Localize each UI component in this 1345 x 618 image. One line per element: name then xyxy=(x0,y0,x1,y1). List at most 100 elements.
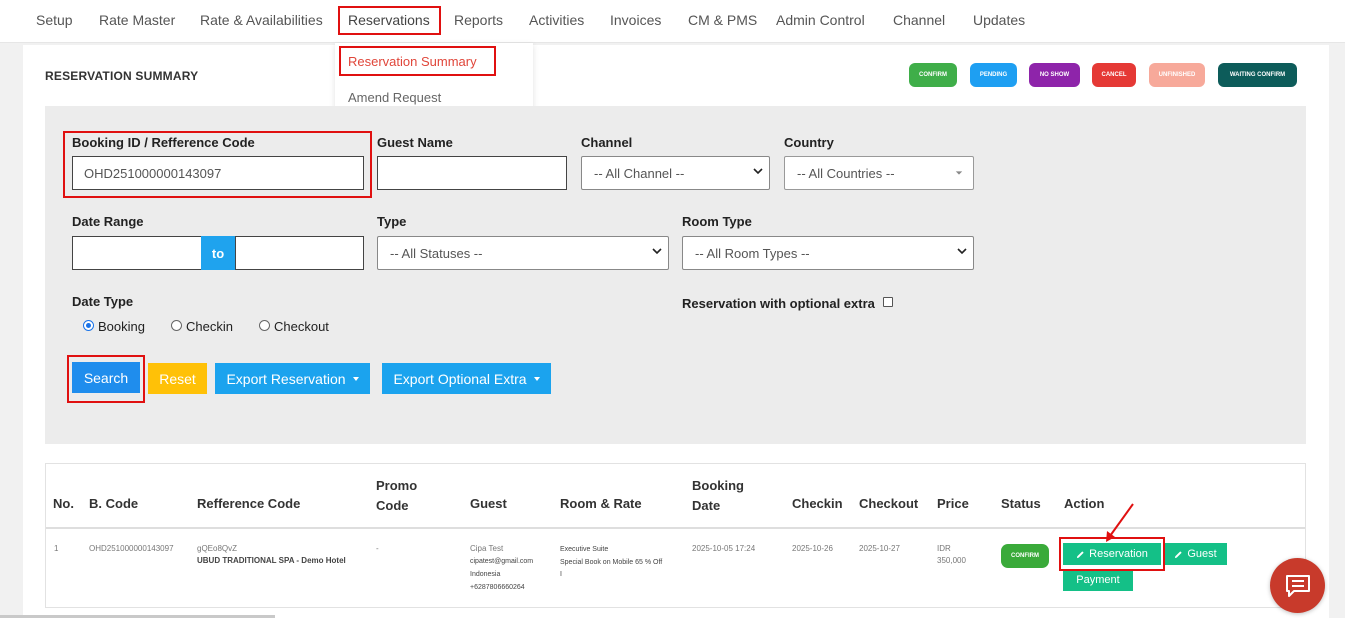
nav-invoices[interactable]: Invoices xyxy=(610,12,661,28)
legend-no-show: NO SHOW xyxy=(1029,63,1080,87)
radio-checkout[interactable] xyxy=(259,320,270,331)
type-select-value: -- All Statuses -- xyxy=(390,245,483,261)
guest-name-label: Guest Name xyxy=(377,135,453,150)
legend-waiting-confirm: WAITING CONFIRM xyxy=(1218,63,1297,87)
date-from-input[interactable] xyxy=(72,236,202,270)
radio-booking[interactable] xyxy=(83,320,94,331)
export-optional-extra-button[interactable]: Export Optional Extra xyxy=(382,363,551,394)
reservation-button[interactable]: Reservation xyxy=(1063,543,1161,565)
legend-pending: PENDING xyxy=(970,63,1017,87)
guest-name-input[interactable] xyxy=(377,156,567,190)
radio-booking-label: Booking xyxy=(98,319,145,334)
optional-extra-checkbox[interactable] xyxy=(883,297,893,307)
nav-admin-control[interactable]: Admin Control xyxy=(776,12,865,28)
type-label: Type xyxy=(377,214,407,229)
cell-no: 1 xyxy=(54,544,59,553)
export-reservation-button[interactable]: Export Reservation xyxy=(215,363,370,394)
cell-rate-suffix: I xyxy=(560,571,562,578)
search-button[interactable]: Search xyxy=(72,362,140,393)
channel-select-value: -- All Channel -- xyxy=(594,165,685,181)
legend-cancel: CANCEL xyxy=(1092,63,1136,87)
pencil-icon xyxy=(1077,550,1084,558)
cell-booking-date: 2025-10-05 17:24 xyxy=(692,544,756,553)
channel-label: Channel xyxy=(581,135,633,150)
col-price: Price xyxy=(937,496,969,511)
radio-checkin-label: Checkin xyxy=(186,319,233,334)
cell-rate: Special Book on Mobile 65 % Off xyxy=(560,559,663,566)
cell-hotel-name: UBUD TRADITIONAL SPA - Demo Hotel xyxy=(197,556,346,565)
nav-rate-availabilities[interactable]: Rate & Availabilities xyxy=(200,12,323,28)
room-type-select-value: -- All Room Types -- xyxy=(695,245,810,261)
booking-id-label: Booking ID / Refference Code xyxy=(72,135,255,150)
country-select[interactable]: -- All Countries -- xyxy=(784,156,974,190)
cell-guest-name: Cipa Test xyxy=(470,544,504,553)
country-select-value: -- All Countries -- xyxy=(797,165,895,181)
col-promo-code: Promo Code xyxy=(376,478,418,513)
date-range-label: Date Range xyxy=(72,214,144,229)
col-bcode: B. Code xyxy=(89,496,139,511)
col-room-rate: Room & Rate xyxy=(560,496,642,511)
pointer-arrow-icon xyxy=(1106,503,1134,542)
cell-price-currency: IDR xyxy=(937,544,951,553)
chat-icon xyxy=(1285,574,1310,597)
nav-setup[interactable]: Setup xyxy=(36,12,73,28)
cell-guest-country: Indonesia xyxy=(470,571,501,578)
optional-extra-label: Reservation with optional extra xyxy=(682,296,875,311)
date-type-label: Date Type xyxy=(72,294,134,309)
cell-guest-email: cipatest@gmail.com xyxy=(470,558,534,565)
top-navigation: Setup Rate Master Rate & Availabilities … xyxy=(0,0,1345,43)
nav-cm-pms[interactable]: CM & PMS xyxy=(688,12,757,28)
col-reference-code: Refference Code xyxy=(197,496,301,511)
nav-reports[interactable]: Reports xyxy=(454,12,503,28)
chevron-down-icon xyxy=(957,248,967,255)
caret-down-icon xyxy=(533,376,540,381)
cell-checkin: 2025-10-26 xyxy=(792,544,833,553)
nav-channel[interactable]: Channel xyxy=(893,12,945,28)
caret-down-icon xyxy=(955,171,963,175)
cell-promo: - xyxy=(376,544,379,553)
chevron-down-icon xyxy=(652,248,662,255)
col-status: Status xyxy=(1001,496,1041,511)
export-optional-extra-label: Export Optional Extra xyxy=(393,370,527,387)
col-checkin: Checkin xyxy=(792,496,843,511)
col-checkout: Checkout xyxy=(859,496,919,511)
pencil-icon xyxy=(1175,550,1182,558)
col-guest: Guest xyxy=(470,496,507,511)
col-action: Action xyxy=(1064,496,1105,511)
nav-activities[interactable]: Activities xyxy=(529,12,584,28)
guest-button[interactable]: Guest xyxy=(1164,543,1227,565)
dropdown-amend-request[interactable]: Amend Request xyxy=(348,90,441,105)
room-type-label: Room Type xyxy=(682,214,752,229)
channel-select[interactable]: -- All Channel -- xyxy=(581,156,770,190)
cell-price-amount: 350,000 xyxy=(937,556,966,565)
cell-room: Executive Suite xyxy=(560,546,609,553)
date-range-to: to xyxy=(201,236,235,270)
status-badge: CONFIRM xyxy=(1001,544,1049,568)
guest-button-label: Guest xyxy=(1187,548,1217,560)
legend-confirm: CONFIRM xyxy=(909,63,957,87)
col-no: No. xyxy=(53,496,74,511)
nav-reservations[interactable]: Reservations xyxy=(348,12,430,28)
type-select[interactable]: -- All Statuses -- xyxy=(377,236,669,270)
date-to-input[interactable] xyxy=(235,236,364,270)
page-title: RESERVATION SUMMARY xyxy=(45,69,199,83)
radio-checkout-label: Checkout xyxy=(274,319,329,334)
radio-checkin[interactable] xyxy=(171,320,182,331)
legend-unfinished: UNFINISHED xyxy=(1149,63,1205,87)
cell-guest-phone: +6287806660264 xyxy=(470,584,525,591)
reservation-button-label: Reservation xyxy=(1089,548,1148,560)
room-type-select[interactable]: -- All Room Types -- xyxy=(682,236,974,270)
country-label: Country xyxy=(784,135,834,150)
col-booking-date: Booking Date xyxy=(692,478,744,513)
cell-checkout: 2025-10-27 xyxy=(859,544,900,553)
nav-updates[interactable]: Updates xyxy=(973,12,1025,28)
booking-id-input[interactable]: OHD251000000143097 xyxy=(72,156,364,190)
chevron-down-icon xyxy=(753,168,763,175)
nav-rate-master[interactable]: Rate Master xyxy=(99,12,175,28)
dropdown-reservation-summary[interactable]: Reservation Summary xyxy=(348,54,477,69)
reset-button[interactable]: Reset xyxy=(148,363,207,394)
payment-button[interactable]: Payment xyxy=(1063,569,1133,591)
export-reservation-label: Export Reservation xyxy=(226,370,346,387)
caret-down-icon xyxy=(352,376,359,381)
chat-button[interactable] xyxy=(1270,558,1325,613)
